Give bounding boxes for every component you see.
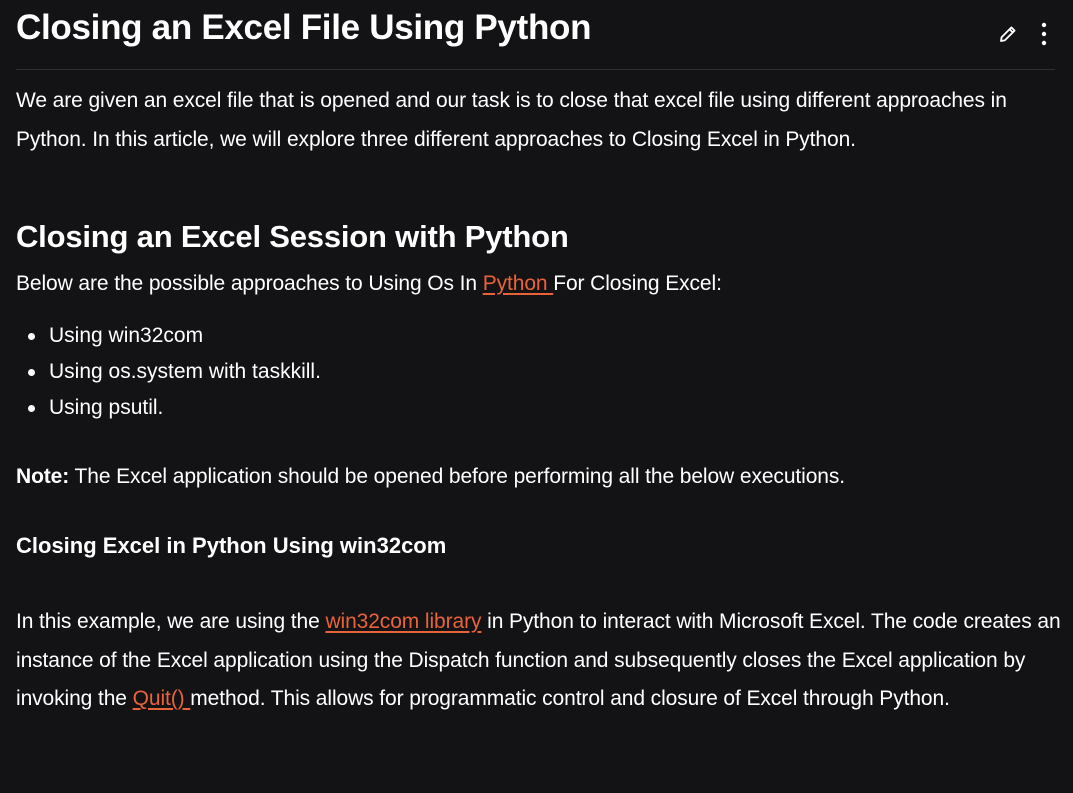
python-link[interactable]: Python — [483, 272, 554, 295]
section-heading: Closing an Excel Session with Python — [16, 219, 569, 254]
example-text-3: method. This allows for programmatic con… — [190, 687, 950, 710]
quit-method-link[interactable]: Quit() — [133, 687, 191, 710]
title-actions — [997, 22, 1055, 46]
list-item: Using win32com — [16, 318, 321, 354]
intro-paragraph: We are given an excel file that is opene… — [16, 89, 1007, 151]
note-label: Note: — [16, 465, 70, 488]
approaches-suffix: For Closing Excel: — [553, 272, 722, 295]
win32com-library-link[interactable]: win32com library — [325, 610, 481, 633]
list-item: Using psutil. — [16, 390, 321, 426]
approaches-paragraph: Below are the possible approaches to Usi… — [16, 265, 722, 304]
article-container: Closing an Excel File Using Python We ar… — [0, 0, 1073, 793]
note-paragraph: Note: The Excel application should be op… — [16, 458, 845, 497]
pencil-icon — [1000, 26, 1016, 42]
edit-button[interactable] — [997, 22, 1019, 46]
list-item: Using os.system with taskkill. — [16, 354, 321, 390]
approaches-list: Using win32com Using os.system with task… — [16, 318, 321, 426]
example-text-1: In this example, we are using the — [16, 610, 326, 633]
approaches-prefix: Below are the possible approaches to Usi… — [16, 272, 483, 295]
article-header: Closing an Excel File Using Python — [16, 0, 1055, 70]
example-paragraph: In this example, we are using the win32c… — [16, 603, 1061, 719]
vertical-dots-icon — [1041, 22, 1047, 46]
more-options-button[interactable] — [1033, 22, 1055, 46]
subheading: Closing Excel in Python Using win32com — [16, 533, 447, 558]
note-text: The Excel application should be opened b… — [69, 465, 846, 488]
page-title: Closing an Excel File Using Python — [16, 8, 592, 47]
